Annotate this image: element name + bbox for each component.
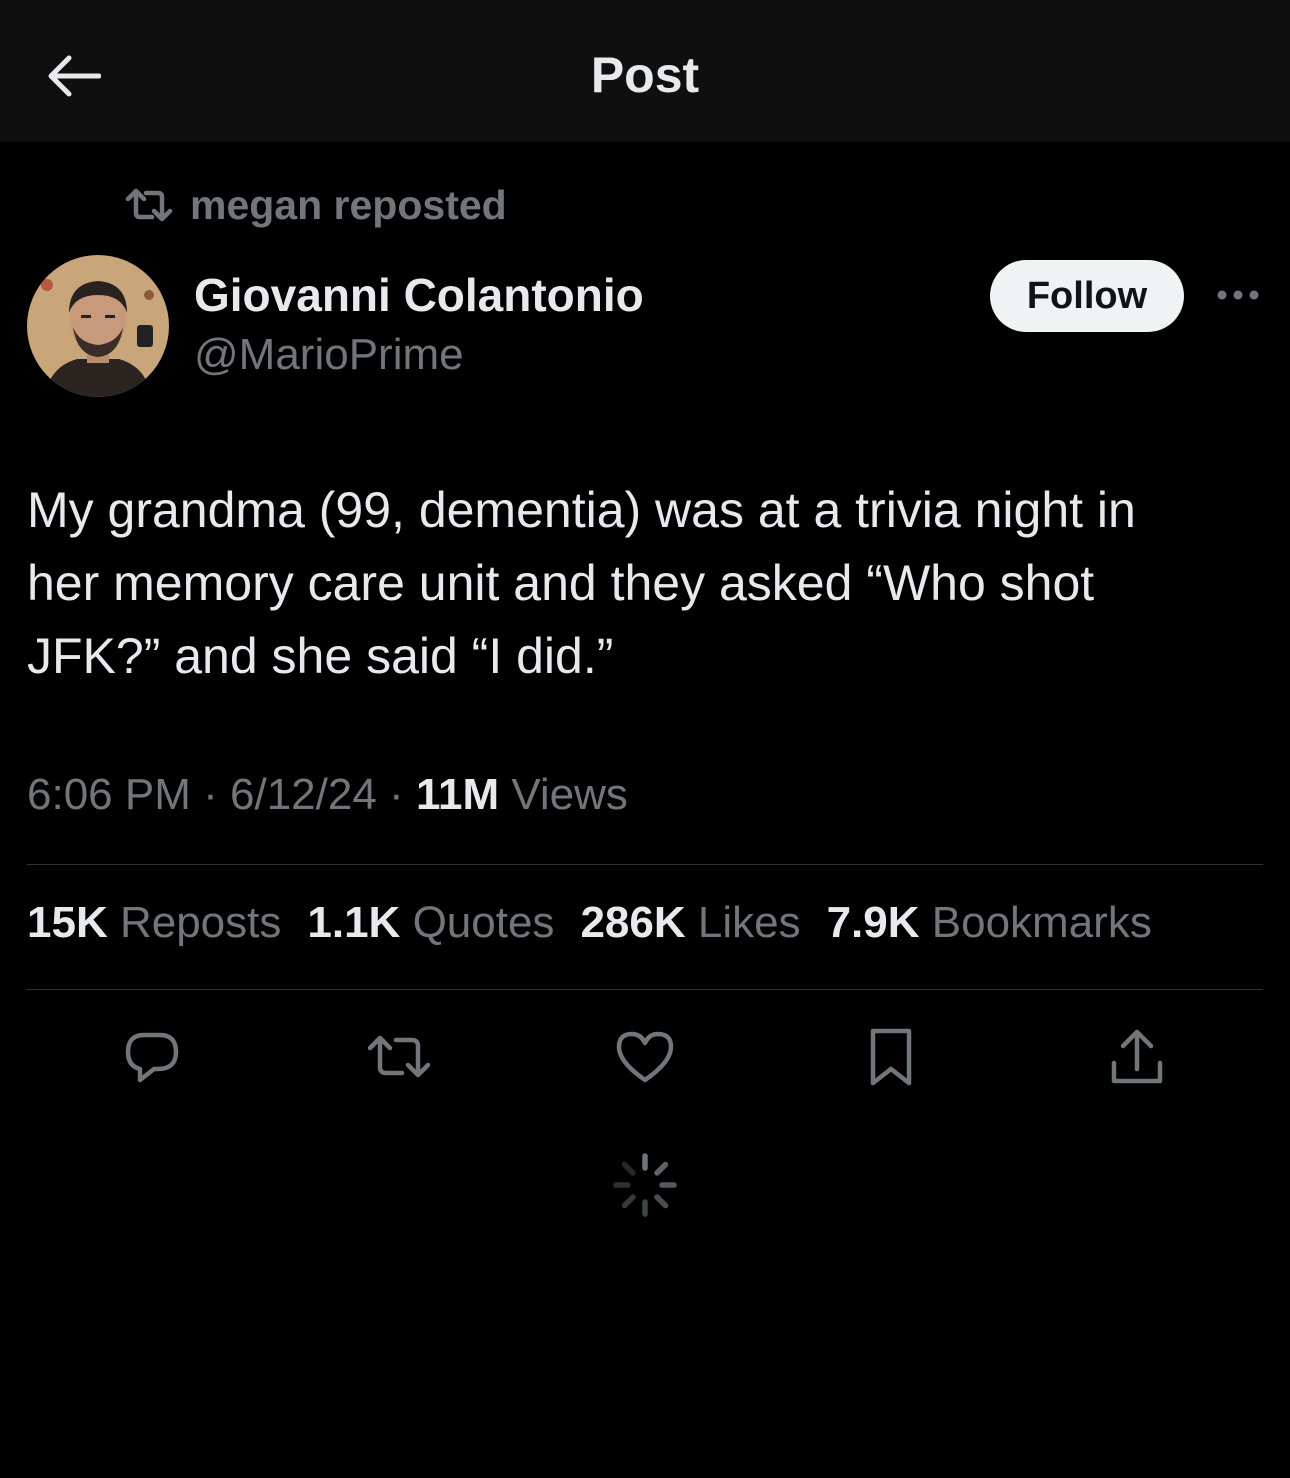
stat-label: Bookmarks <box>931 898 1152 947</box>
stat-quotes[interactable]: 1.1K Quotes <box>307 898 554 958</box>
stat-label: Likes <box>697 898 801 947</box>
author-handle[interactable]: @MarioPrime <box>194 330 464 380</box>
tweet-time[interactable]: 6:06 PM <box>27 770 191 819</box>
avatar-image <box>27 255 169 397</box>
like-button[interactable] <box>612 1024 678 1090</box>
like-icon <box>616 1031 674 1083</box>
bookmark-button[interactable] <box>858 1024 924 1090</box>
stat-reposts[interactable]: 15K Reposts <box>27 898 281 958</box>
meta-separator: · <box>203 770 218 819</box>
repost-button[interactable] <box>366 1024 432 1090</box>
follow-button[interactable]: Follow <box>990 260 1184 332</box>
stat-count: 15K <box>27 898 108 947</box>
repost-banner-text: megan reposted <box>190 181 507 228</box>
reply-icon <box>125 1032 179 1083</box>
share-button[interactable] <box>1104 1024 1170 1090</box>
share-icon <box>1111 1029 1163 1084</box>
stat-label: Reposts <box>119 898 282 947</box>
more-options-button[interactable] <box>1210 270 1266 320</box>
tweet-meta: 6:06 PM · 6/12/24 · 11M Views <box>27 770 628 820</box>
more-dots-icon <box>1217 290 1259 300</box>
divider <box>27 989 1263 990</box>
author-display-name[interactable]: Giovanni Colantonio <box>194 268 644 322</box>
stat-count: 1.1K <box>307 898 401 947</box>
avatar[interactable] <box>27 255 169 397</box>
tweet-text: My grandma (99, dementia) was at a trivi… <box>27 482 1136 684</box>
repost-icon <box>125 188 173 222</box>
views-label: Views <box>511 770 628 819</box>
stat-bookmarks[interactable]: 7.9K Bookmarks <box>827 898 1152 958</box>
repost-icon <box>367 1035 431 1078</box>
stat-count: 286K <box>580 898 686 947</box>
reply-button[interactable] <box>119 1024 185 1090</box>
stat-label: Quotes <box>412 898 555 947</box>
top-header: Post <box>0 0 1290 142</box>
views-count: 11M <box>415 770 500 819</box>
loading-spinner-icon <box>612 1152 678 1218</box>
repost-banner[interactable]: megan reposted <box>124 180 507 230</box>
divider <box>27 864 1263 865</box>
stat-count: 7.9K <box>826 898 920 947</box>
bookmark-icon <box>870 1028 912 1086</box>
engagement-stats: 15K Reposts 1.1K Quotes 286K Likes 7.9K … <box>27 898 1152 958</box>
stat-likes[interactable]: 286K Likes <box>580 898 800 958</box>
tweet-date[interactable]: 6/12/24 <box>230 770 377 819</box>
page-title: Post <box>590 47 700 103</box>
meta-separator: · <box>389 770 404 819</box>
